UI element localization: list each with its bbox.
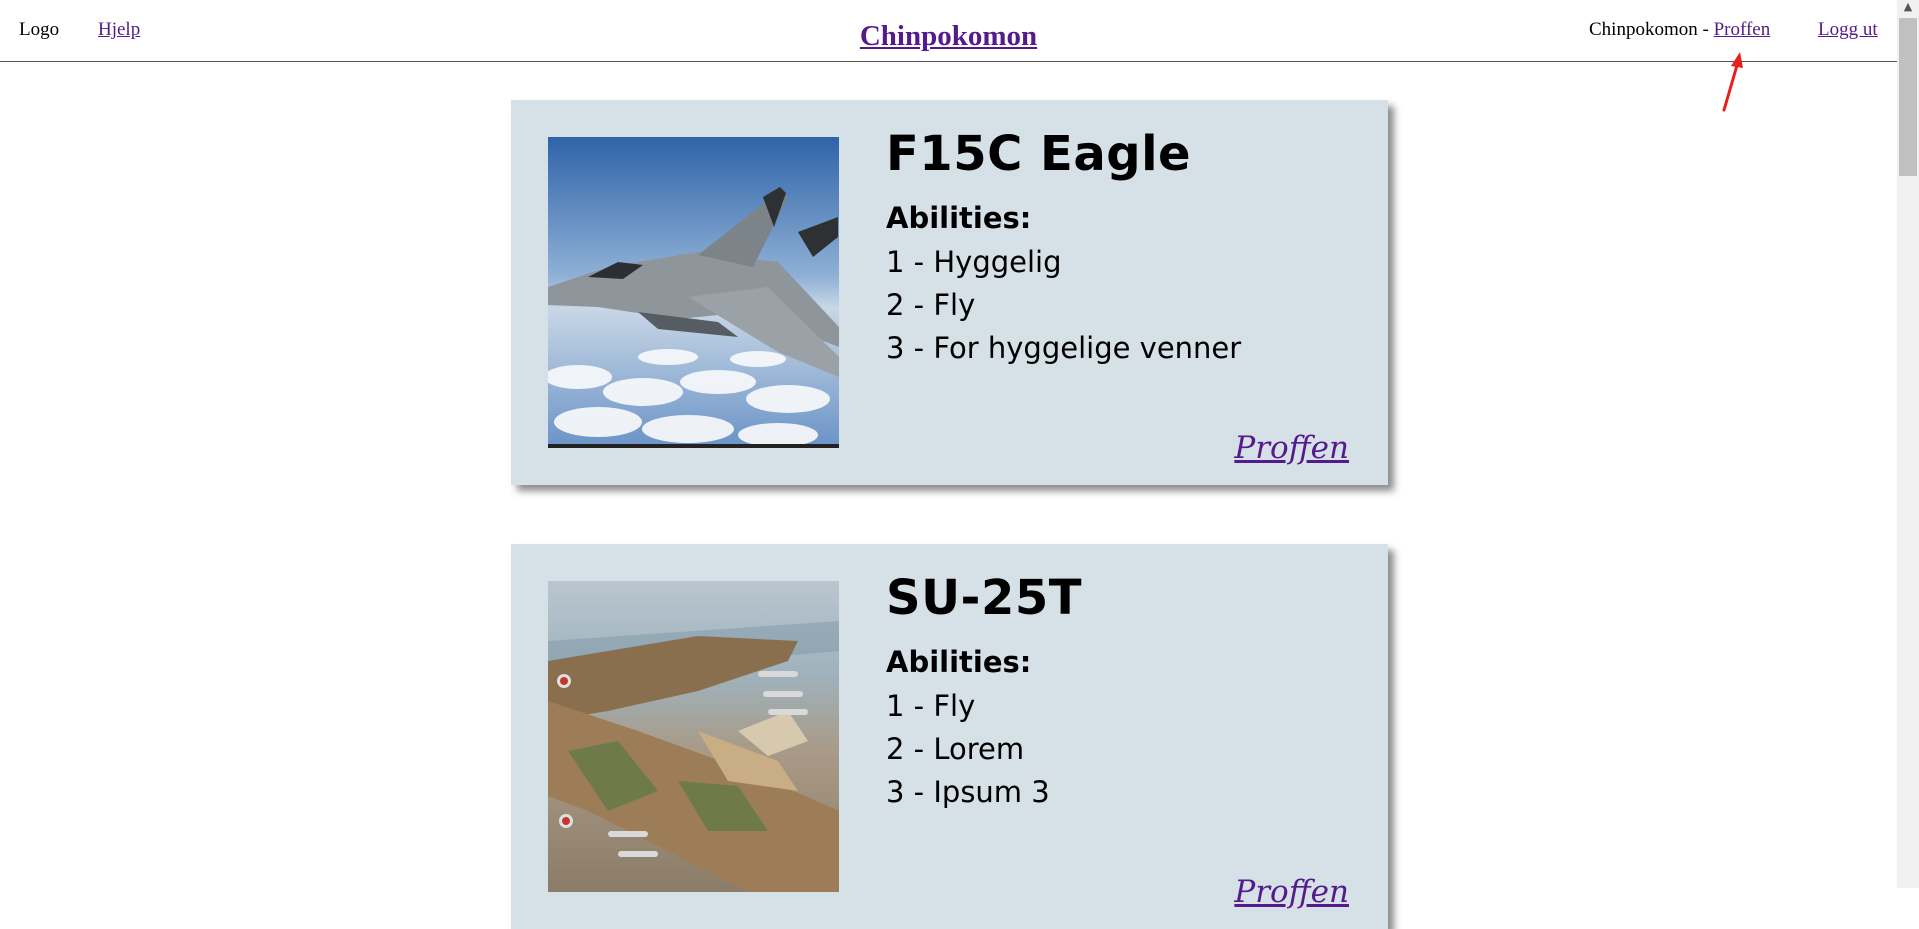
ability-item: 2 - Fly — [886, 288, 976, 322]
annotation-arrow-icon — [1722, 52, 1743, 112]
ability-item: 1 - Fly — [886, 689, 976, 723]
scroll-up-icon[interactable]: ▲ — [1897, 0, 1919, 18]
jet-image-su25t — [548, 581, 839, 892]
ability-item: 3 - Ipsum 3 — [886, 775, 1050, 809]
user-area: Chinpokomon - Proffen — [1589, 19, 1770, 41]
site-header: Logo Hjelp Chinpokomon Chinpokomon - Pro… — [0, 0, 1897, 62]
chinpokomon-card: F15C Eagle Abilities: 1 - Hyggelig 2 - F… — [511, 100, 1388, 485]
ability-item: 1 - Hyggelig — [886, 245, 1062, 279]
card-title: SU-25T — [886, 570, 1083, 626]
card-image — [548, 137, 839, 448]
scrollbar-thumb[interactable] — [1899, 18, 1917, 176]
page-scrollbar[interactable]: ▲ — [1897, 0, 1919, 888]
card-image — [548, 581, 839, 892]
ability-item: 2 - Lorem — [886, 732, 1025, 766]
user-prefix: Chinpokomon - — [1589, 19, 1714, 40]
abilities-heading: Abilities: — [886, 645, 1032, 679]
chinpokomon-card: SU-25T Abilities: 1 - Fly 2 - Lorem 3 - … — [511, 544, 1388, 929]
user-profile-link[interactable]: Proffen — [1714, 19, 1771, 40]
abilities-heading: Abilities: — [886, 201, 1032, 235]
card-title: F15C Eagle — [886, 126, 1192, 182]
card-body: F15C Eagle Abilities: 1 - Hyggelig 2 - F… — [886, 126, 1241, 374]
jet-image-f15c — [548, 137, 839, 448]
ability-item: 3 - For hyggelige venner — [886, 331, 1242, 365]
card-body: SU-25T Abilities: 1 - Fly 2 - Lorem 3 - … — [886, 570, 1082, 818]
owner-link[interactable]: Proffen — [1234, 430, 1349, 466]
owner-link[interactable]: Proffen — [1234, 874, 1349, 910]
logout-link[interactable]: Logg ut — [1818, 19, 1878, 41]
